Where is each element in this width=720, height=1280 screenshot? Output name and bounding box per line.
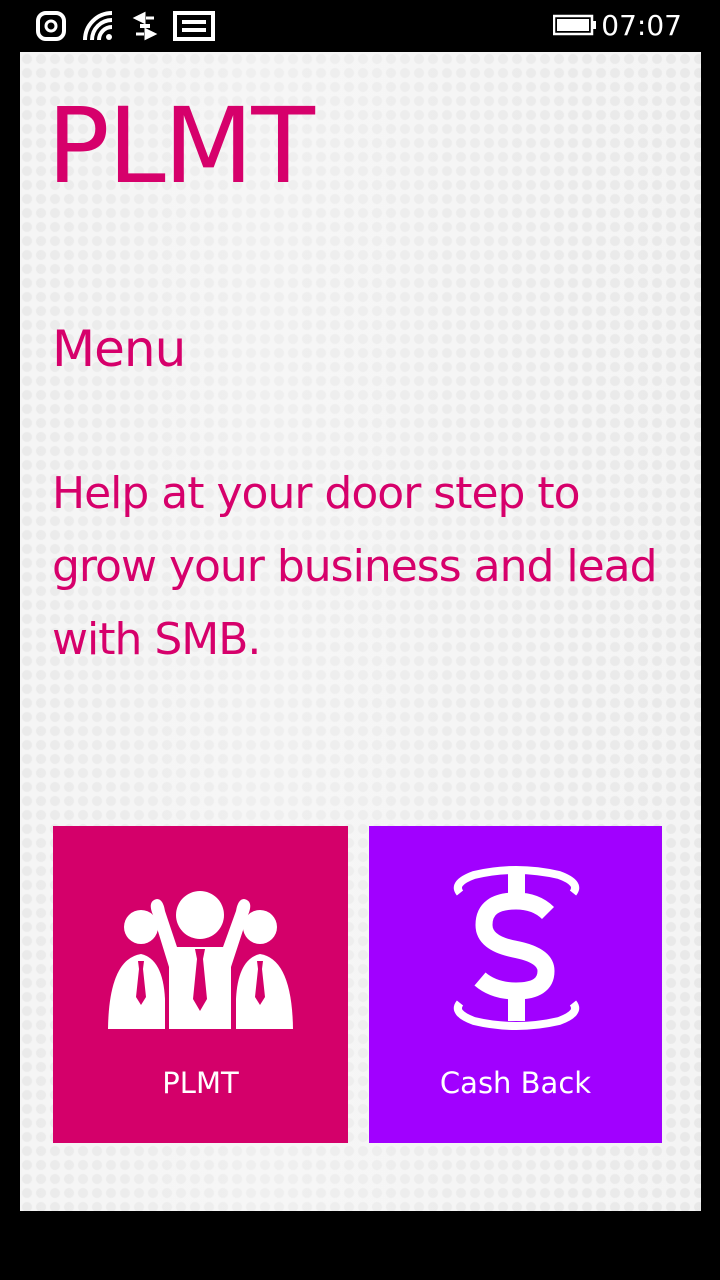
- cash-back-tile-label: Cash Back: [439, 1066, 592, 1100]
- cash-back-tile[interactable]: Cash Back: [369, 826, 662, 1143]
- nfc-icon: [36, 11, 66, 41]
- page-title: Menu: [52, 320, 186, 378]
- status-bar: 07:07: [0, 0, 720, 52]
- clock: 07:07: [601, 9, 682, 42]
- battery-icon: [553, 14, 596, 36]
- wifi-icon: [83, 11, 113, 41]
- cash-back-dollar-icon: [453, 866, 580, 1030]
- plmt-tile[interactable]: PLMT: [53, 826, 348, 1143]
- data-sync-icon: [132, 11, 158, 41]
- tagline: Help at your door step to grow your busi…: [52, 468, 658, 665]
- team-celebrating-icon: [108, 891, 293, 1029]
- app-title: PLMT: [47, 85, 315, 207]
- message-icon: [173, 11, 215, 41]
- app-screen: PLMT Menu Help at your door step to grow…: [20, 52, 701, 1211]
- plmt-tile-label: PLMT: [162, 1066, 239, 1100]
